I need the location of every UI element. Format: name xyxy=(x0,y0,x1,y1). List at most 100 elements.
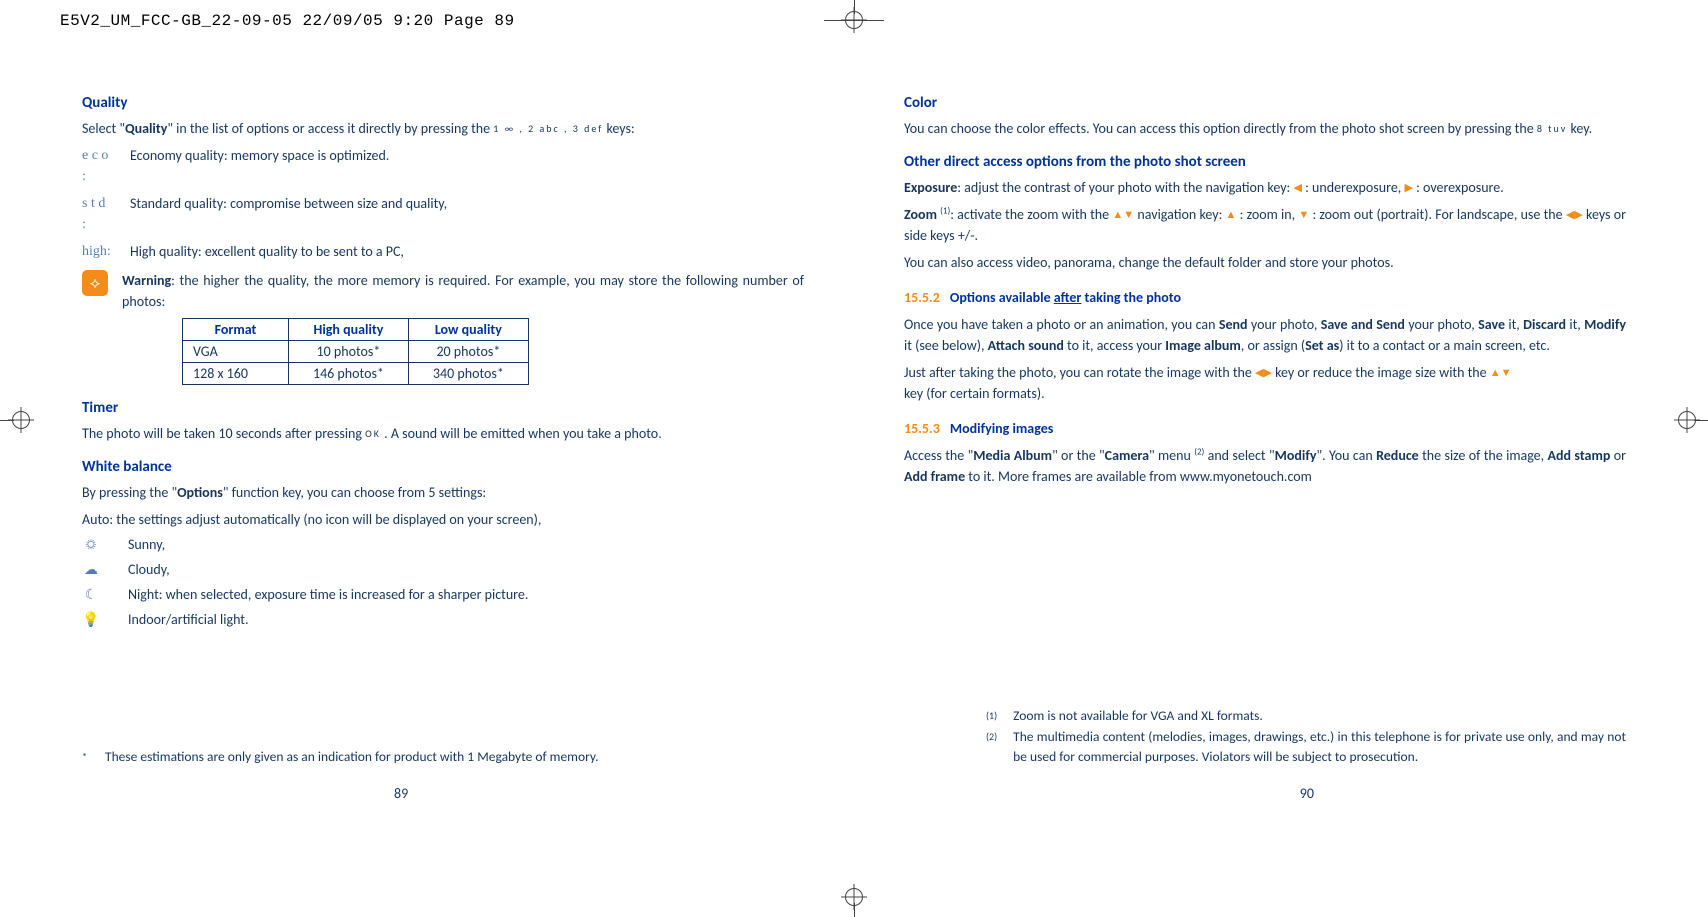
text: By pressing the " xyxy=(82,484,177,501)
text: " function key, you can choose from 5 se… xyxy=(223,484,486,501)
footnote-mark: (2) xyxy=(986,729,997,770)
text-bold: Modify xyxy=(1275,447,1317,464)
text-bold: Options xyxy=(177,484,223,501)
text-bold: Warning xyxy=(122,272,171,289)
text-bold: Save xyxy=(1478,316,1505,333)
timer-text: The photo will be taken 10 seconds after… xyxy=(82,423,804,444)
heading-timer: Timer xyxy=(82,399,804,417)
text: key or reduce the image size with the xyxy=(1272,364,1490,381)
text-bold: Save and Send xyxy=(1321,316,1405,333)
text: " menu xyxy=(1149,447,1194,464)
down-arrow-icon: ▼ xyxy=(1298,208,1309,221)
page-left: Quality Select "Quality" in the list of … xyxy=(82,80,804,636)
right-arrow-icon: ▶ xyxy=(1404,181,1412,194)
key-glyph: 1 ∞ , 2 abc , 3 def xyxy=(493,122,603,135)
text: Indoor/artificial light. xyxy=(128,611,249,628)
table-row: 128 x 160 146 photos* 340 photos* xyxy=(183,363,529,385)
left-right-arrow-icon: ◀▶ xyxy=(1255,366,1272,379)
text: Access the " xyxy=(904,447,973,464)
table-cell: 340 photos* xyxy=(408,363,528,385)
list-item: high:High quality: excellent quality to … xyxy=(82,241,804,262)
text-bold: Camera xyxy=(1105,447,1149,464)
section-1552-p1: Once you have taken a photo or an animat… xyxy=(904,314,1626,356)
eco-icon: e c o : xyxy=(82,145,112,187)
up-down-arrow-icon: ▲▼ xyxy=(1490,366,1512,379)
cloud-icon: ☁ xyxy=(82,561,100,578)
section-1553-heading: 15.5.3Modifying images xyxy=(904,418,1626,439)
list-item: e c o :Economy quality: memory space is … xyxy=(82,145,804,187)
text: Select " xyxy=(82,120,125,137)
text: Just after taking the photo, you can rot… xyxy=(904,364,1255,381)
text: " in the list of options or access it di… xyxy=(167,120,493,137)
text: : zoom in, xyxy=(1236,206,1298,223)
text: High quality: excellent quality to be se… xyxy=(130,241,404,262)
registration-mark-top xyxy=(824,0,884,42)
footnote-ref: (1) xyxy=(940,205,950,216)
footnote-right: (1) Zoom is not available for VGA and XL… xyxy=(986,706,1626,767)
text-bold: Add frame xyxy=(904,468,965,485)
warning-box: ⟡ Warning: the higher the quality, the m… xyxy=(82,270,804,312)
list-item: 💡 Indoor/artificial light. xyxy=(82,611,804,628)
text: Night: when selected, exposure time is i… xyxy=(128,586,528,603)
std-icon: s t d : xyxy=(82,193,112,235)
footnote-text: Zoom is not available for VGA and XL for… xyxy=(1013,706,1263,726)
table-header: High quality xyxy=(288,319,408,341)
text-bold: Quality xyxy=(125,120,167,137)
text-bold: Image album xyxy=(1165,337,1241,354)
text: . A sound will be emitted when you take … xyxy=(381,425,662,442)
wb-list: ☼Sunny, ☁Cloudy, ☾Night: when selected, … xyxy=(82,536,804,628)
list-item: ☾ Night: when selected, exposure time is … xyxy=(82,586,804,603)
footnote-text: These estimations are only given as an i… xyxy=(105,747,599,767)
text-bold: Attach sound xyxy=(988,337,1064,354)
text-bold: Send xyxy=(1219,316,1248,333)
quality-table: Format High quality Low quality VGA 10 p… xyxy=(182,318,529,385)
page-number-right: 90 xyxy=(1300,785,1314,802)
text: : underexposure, xyxy=(1302,179,1405,196)
key-8-icon: 8 tuv xyxy=(1537,122,1567,135)
text-underline: after xyxy=(1054,289,1082,306)
registration-mark-left xyxy=(0,400,42,440)
table-cell: 10 photos* xyxy=(288,341,408,363)
ok-key-icon: OK xyxy=(365,427,381,440)
list-item: s t d :Standard quality: compromise betw… xyxy=(82,193,804,235)
text: or xyxy=(1610,447,1626,464)
footnote-left: * These estimations are only given as an… xyxy=(82,747,722,767)
registration-mark-bottom xyxy=(824,875,884,917)
text: You can choose the color effects. You ca… xyxy=(904,120,1537,137)
text: : adjust the contrast of your photo with… xyxy=(957,179,1293,196)
quality-intro: Select "Quality" in the list of options … xyxy=(82,118,804,139)
list-item: ☼ Sunny, xyxy=(82,536,804,553)
text: Sunny, xyxy=(128,536,165,553)
sun-icon: ☼ xyxy=(82,536,100,553)
heading-direct-access: Other direct access options from the pho… xyxy=(904,153,1626,171)
wb-auto: Auto: the settings adjust automatically … xyxy=(82,509,804,530)
text-bold: Zoom xyxy=(904,206,940,223)
up-arrow-icon: ▲ xyxy=(1226,208,1237,221)
left-arrow-icon: ◀ xyxy=(1293,181,1301,194)
table-row: VGA 10 photos* 20 photos* xyxy=(183,341,529,363)
text: Once you have taken a photo or an animat… xyxy=(904,316,1219,333)
color-text: You can choose the color effects. You ca… xyxy=(904,118,1626,139)
text-bold: Add stamp xyxy=(1548,447,1611,464)
text: and select " xyxy=(1204,447,1274,464)
print-header: E5V2_UM_FCC-GB_22-09-05 22/09/05 9:20 Pa… xyxy=(60,12,515,30)
table-cell: 20 photos* xyxy=(408,341,528,363)
heading-quality: Quality xyxy=(82,94,804,112)
footnote-text: The multimedia content (melodies, images… xyxy=(1013,727,1626,768)
table-cell: VGA xyxy=(183,341,289,363)
text: keys: xyxy=(603,120,634,137)
text: : activate the zoom with the xyxy=(950,206,1112,223)
text-bold: Reduce xyxy=(1376,447,1419,464)
text: " or the " xyxy=(1052,447,1105,464)
left-right-arrow-icon: ◀▶ xyxy=(1566,208,1583,221)
section-number: 15.5.2 xyxy=(904,289,940,306)
table-cell: 146 photos* xyxy=(288,363,408,385)
moon-icon: ☾ xyxy=(82,586,100,603)
text: key. xyxy=(1567,120,1592,137)
text: : overexposure. xyxy=(1413,179,1504,196)
heading-color: Color xyxy=(904,94,1626,112)
text-bold: Exposure xyxy=(904,179,957,196)
bulb-icon: 💡 xyxy=(82,611,100,628)
text: to it. More frames are available from ww… xyxy=(965,468,1312,485)
text-bold: Media Album xyxy=(973,447,1052,464)
